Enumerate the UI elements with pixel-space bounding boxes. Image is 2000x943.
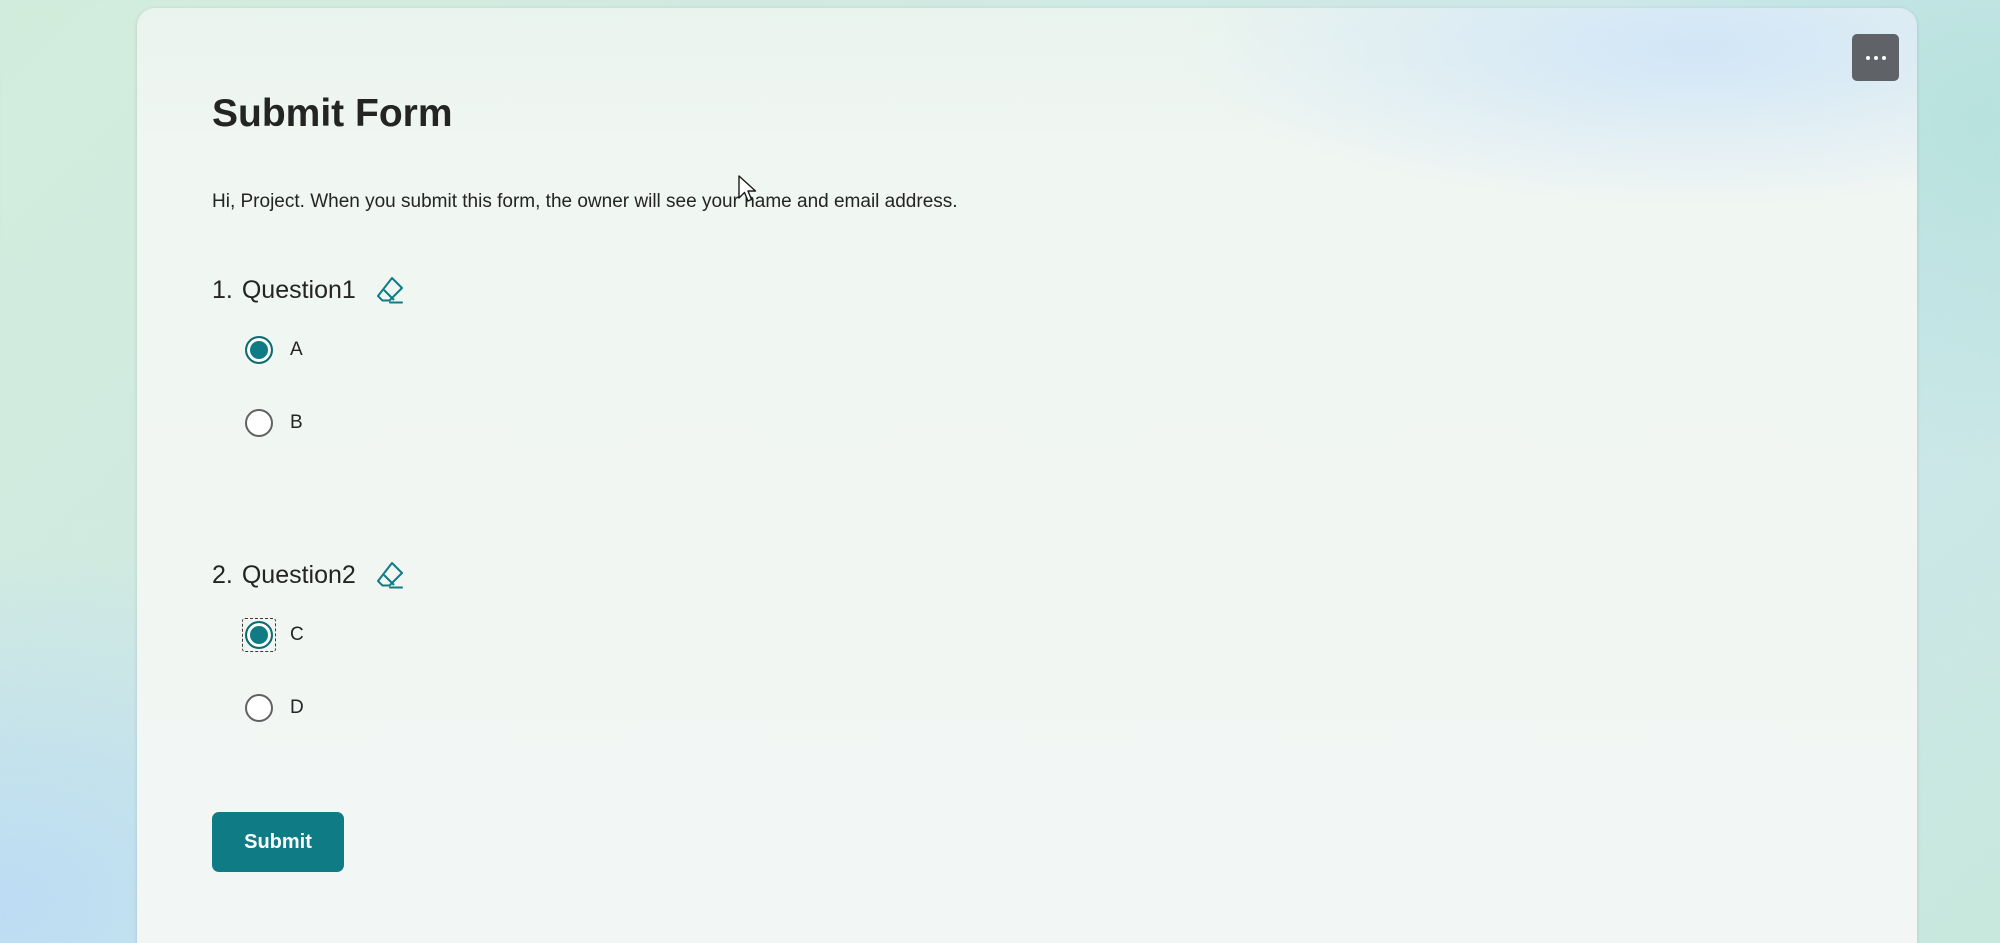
question-2-header: 2. Question2: [212, 556, 1112, 594]
option-label: A: [290, 339, 303, 360]
submit-button[interactable]: Submit: [212, 812, 344, 872]
option-label: C: [290, 624, 304, 645]
more-horizontal-icon: [1865, 55, 1870, 60]
more-horizontal-icon-dot: [1881, 55, 1886, 60]
question-title: Question1: [241, 275, 356, 304]
option-d[interactable]: D: [242, 691, 304, 725]
question-number: 2.: [212, 560, 233, 589]
radio-wrapper: [242, 691, 276, 725]
question-1-header: 1. Question1: [212, 271, 1112, 309]
question-2: 2. Question2 C D: [212, 556, 1112, 722]
radio-wrapper: [242, 333, 276, 367]
eraser-icon[interactable]: [373, 273, 407, 307]
option-c[interactable]: C: [242, 618, 304, 652]
question-number: 1.: [212, 275, 233, 304]
more-horizontal-icon-dot: [1873, 55, 1878, 60]
radio-button-unchecked[interactable]: [245, 694, 273, 722]
form-card: Submit Form Hi, Project. When you submit…: [137, 8, 1917, 943]
option-label: B: [290, 412, 303, 433]
option-label: D: [290, 697, 304, 718]
radio-button-unchecked[interactable]: [245, 409, 273, 437]
radio-button-checked[interactable]: [245, 336, 273, 364]
more-options-button[interactable]: [1852, 34, 1899, 81]
radio-wrapper: [242, 406, 276, 440]
form-intro-text: Hi, Project. When you submit this form, …: [212, 191, 958, 212]
question-title: Question2: [241, 560, 356, 589]
option-a[interactable]: A: [242, 333, 303, 367]
radio-focus-ring: [242, 618, 276, 652]
option-b[interactable]: B: [242, 406, 303, 440]
question-1: 1. Question1 A B: [212, 271, 1112, 437]
form-title: Submit Form: [212, 92, 453, 135]
eraser-icon[interactable]: [373, 558, 407, 592]
radio-button-checked[interactable]: [245, 621, 273, 649]
